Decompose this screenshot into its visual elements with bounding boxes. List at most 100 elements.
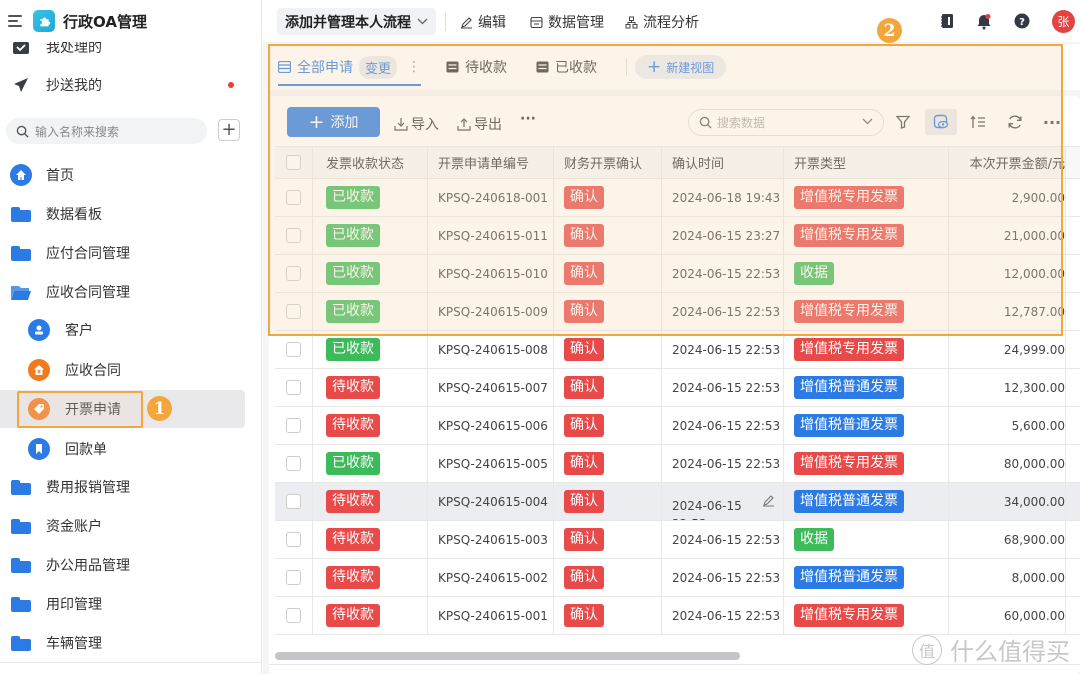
data-management-link[interactable]: 数据管理 (530, 12, 604, 32)
confirm-time-cell[interactable]: 2024-06-15 22:53 (662, 255, 784, 292)
bell-icon[interactable] (975, 12, 993, 30)
row-checkbox[interactable] (286, 380, 301, 395)
amount-cell[interactable]: 12,787.00 (949, 293, 1066, 330)
amount-cell[interactable]: 2,900.00 (949, 179, 1066, 216)
amount-cell[interactable]: 5,600.00 (949, 407, 1066, 444)
table-row[interactable]: 已收款 KPSQ-240615-005 确认 2024-06-15 22:53 增值税专… (275, 445, 1080, 483)
invoice-type-cell[interactable]: 增值税普通发票 (784, 483, 949, 520)
status-cell[interactable]: 已收款 (313, 445, 428, 482)
process-select[interactable]: 添加并管理本人流程 (277, 8, 436, 35)
column-header[interactable]: 确认时间 (662, 147, 784, 178)
finance-confirm-cell[interactable]: 确认 (554, 293, 662, 330)
notebook-icon[interactable] (938, 12, 956, 30)
confirm-time-cell[interactable]: 2024-06-15 23:27 (662, 217, 784, 254)
confirm-time-cell[interactable]: 2024-06-15 22:53 (662, 521, 784, 558)
confirm-time-cell[interactable]: 2024-06-15 22:53 (662, 369, 784, 406)
request-no-cell[interactable]: KPSQ-240618-001 (428, 179, 554, 216)
amount-cell[interactable]: 24,999.00 (949, 331, 1066, 368)
status-cell[interactable]: 待收款 (313, 369, 428, 406)
status-cell[interactable]: 已收款 (313, 331, 428, 368)
invoice-type-cell[interactable]: 增值税专用发票 (784, 445, 949, 482)
data-search-input[interactable]: 搜索数据 (688, 109, 884, 136)
request-no-cell[interactable]: KPSQ-240615-007 (428, 369, 554, 406)
invoice-type-cell[interactable]: 收据 (784, 255, 949, 292)
finance-confirm-cell[interactable]: 确认 (554, 597, 662, 634)
table-row[interactable]: 已收款 KPSQ-240618-001 确认 2024-06-18 19:43 增值税专… (275, 179, 1080, 217)
request-no-cell[interactable]: KPSQ-240615-002 (428, 559, 554, 596)
table-row[interactable]: 已收款 KPSQ-240615-011 确认 2024-06-15 23:27 增值税专… (275, 217, 1080, 255)
finance-confirm-cell[interactable]: 确认 (554, 179, 662, 216)
row-checkbox[interactable] (286, 608, 301, 623)
sidebar-item-receivable-contracts[interactable]: 应收合同管理 (0, 273, 261, 311)
status-cell[interactable]: 已收款 (313, 179, 428, 216)
column-header[interactable]: 开票申请单编号 (428, 147, 554, 178)
status-cell[interactable]: 待收款 (313, 559, 428, 596)
finance-confirm-cell[interactable]: 确认 (554, 255, 662, 292)
finance-confirm-cell[interactable]: 确认 (554, 217, 662, 254)
confirm-time-cell[interactable]: 2024-06-15 22:53 (662, 483, 784, 520)
request-no-cell[interactable]: KPSQ-240615-009 (428, 293, 554, 330)
column-header[interactable]: 财务开票确认 (554, 147, 662, 178)
sidebar-item-cc-me[interactable]: 抄送我的 (0, 66, 261, 104)
row-checkbox[interactable] (286, 570, 301, 585)
refresh-icon[interactable] (1004, 111, 1026, 133)
horizontal-scrollbar[interactable] (275, 652, 740, 660)
sidebar-item-vehicle-management[interactable]: 车辆管理 (0, 624, 261, 662)
row-checkbox[interactable] (286, 532, 301, 547)
finance-confirm-cell[interactable]: 确认 (554, 559, 662, 596)
request-no-cell[interactable]: KPSQ-240615-011 (428, 217, 554, 254)
sidebar-item-home[interactable]: 首页 (0, 156, 261, 194)
amount-cell[interactable]: 8,000.00 (949, 559, 1066, 596)
help-icon[interactable]: ? (1013, 12, 1031, 30)
status-cell[interactable]: 待收款 (313, 521, 428, 558)
invoice-type-cell[interactable]: 增值税普通发票 (784, 559, 949, 596)
confirm-time-cell[interactable]: 2024-06-15 22:53 (662, 331, 784, 368)
select-all-checkbox[interactable] (286, 155, 301, 170)
finance-confirm-cell[interactable]: 确认 (554, 369, 662, 406)
request-no-cell[interactable]: KPSQ-240615-010 (428, 255, 554, 292)
confirm-time-cell[interactable]: 2024-06-15 22:53 (662, 293, 784, 330)
sidebar-item-receivable-contract[interactable]: ¥ 应收合同 (0, 351, 261, 389)
table-row[interactable]: 待收款 KPSQ-240615-006 确认 2024-06-15 22:53 增值税普… (275, 407, 1080, 445)
field-visibility-icon[interactable] (925, 109, 957, 135)
amount-cell[interactable]: 68,900.00 (949, 521, 1066, 558)
sidebar-item-customers[interactable]: 客户 (0, 311, 261, 349)
tab-all-requests[interactable]: 全部申请 变更 ⋮ (278, 44, 422, 90)
edit-link[interactable]: 编辑 (460, 12, 506, 32)
invoice-type-cell[interactable]: 增值税专用发票 (784, 293, 949, 330)
table-row[interactable]: 已收款 KPSQ-240615-009 确认 2024-06-15 22:53 增值税专… (275, 293, 1080, 331)
chevron-down-icon[interactable] (862, 117, 873, 128)
confirm-time-cell[interactable]: 2024-06-15 22:53 (662, 445, 784, 482)
request-no-cell[interactable]: KPSQ-240615-008 (428, 331, 554, 368)
sidebar-search-input[interactable]: 输入名称来搜索 (6, 118, 207, 144)
tab-received-payment[interactable]: 已收款 (536, 44, 597, 90)
column-header[interactable]: 发票收款状态 (313, 147, 428, 178)
row-checkbox[interactable] (286, 456, 301, 471)
confirm-time-cell[interactable]: 2024-06-15 22:53 (662, 559, 784, 596)
amount-cell[interactable]: 80,000.00 (949, 445, 1066, 482)
flow-analysis-link[interactable]: 流程分析 (625, 12, 699, 32)
request-no-cell[interactable]: KPSQ-240615-001 (428, 597, 554, 634)
edit-pencil-icon[interactable] (762, 494, 775, 510)
sort-icon[interactable] (967, 111, 989, 133)
sidebar-item-office-supplies[interactable]: 办公用品管理 (0, 546, 261, 584)
tab-pending-payment[interactable]: 待收款 (446, 44, 507, 90)
export-button[interactable]: 导出 (457, 114, 502, 134)
table-row[interactable]: 待收款 KPSQ-240615-001 确认 2024-06-15 22:53 增值税专… (275, 597, 1080, 635)
row-checkbox[interactable] (286, 266, 301, 281)
table-row[interactable]: 待收款 KPSQ-240615-004 确认 2024-06-15 22:53 增值税普… (275, 483, 1080, 521)
table-row[interactable]: 待收款 KPSQ-240615-002 确认 2024-06-15 22:53 增值税普… (275, 559, 1080, 597)
request-no-cell[interactable]: KPSQ-240615-005 (428, 445, 554, 482)
request-no-cell[interactable]: KPSQ-240615-004 (428, 483, 554, 520)
confirm-time-cell[interactable]: 2024-06-15 22:53 (662, 407, 784, 444)
column-header[interactable]: 开票类型 (784, 147, 949, 178)
sidebar-item-payment-receipts[interactable]: 回款单 (0, 430, 261, 468)
add-menu-button[interactable]: + (218, 119, 240, 141)
status-cell[interactable]: 待收款 (313, 407, 428, 444)
filter-icon[interactable] (892, 111, 914, 133)
invoice-type-cell[interactable]: 增值税专用发票 (784, 179, 949, 216)
row-checkbox[interactable] (286, 342, 301, 357)
table-row[interactable]: 已收款 KPSQ-240615-010 确认 2024-06-15 22:53 收据 12… (275, 255, 1080, 293)
request-no-cell[interactable]: KPSQ-240615-006 (428, 407, 554, 444)
table-row[interactable]: 待收款 KPSQ-240615-007 确认 2024-06-15 22:53 增值税普… (275, 369, 1080, 407)
